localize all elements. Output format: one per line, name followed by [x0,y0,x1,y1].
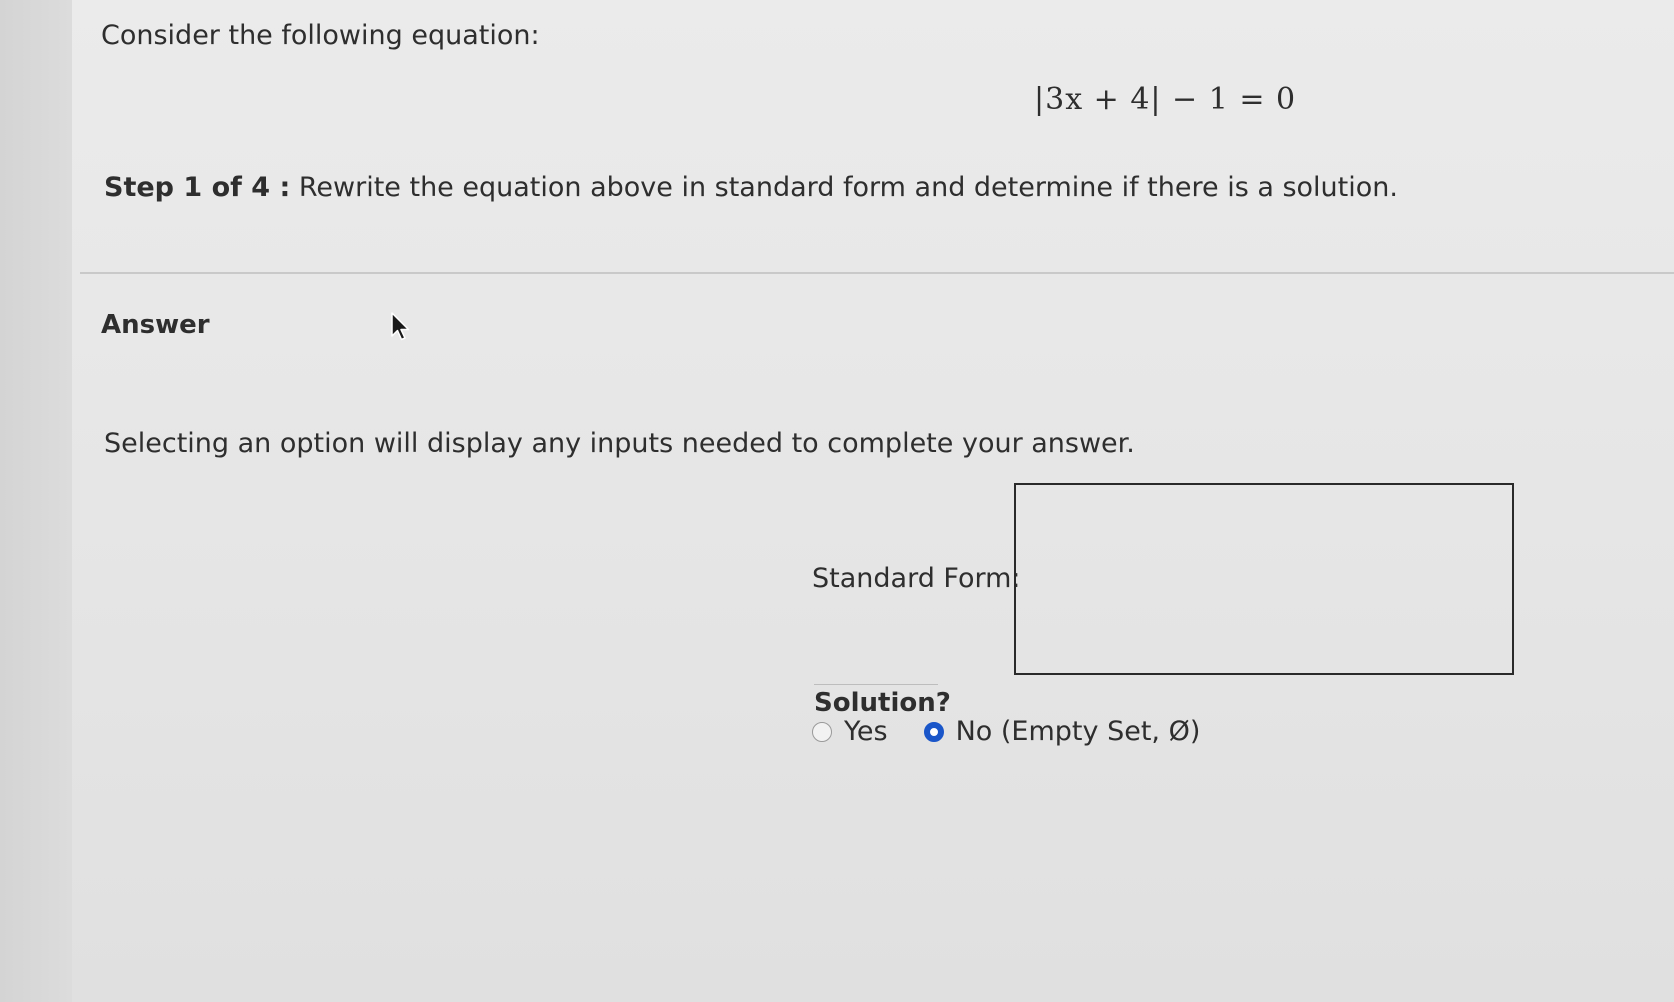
solution-heading: Solution? [814,688,951,718]
option-no-label: No (Empty Set, Ø) [955,716,1201,747]
step-label: Step 1 of 4 : [104,172,291,203]
question-page: Consider the following equation: |3x + 4… [72,0,1674,1002]
section-divider [80,272,1674,274]
standard-form-input[interactable] [1014,483,1514,675]
step-instruction: Step 1 of 4 : Rewrite the equation above… [104,172,1398,203]
option-yes[interactable]: Yes [812,716,888,747]
mouse-pointer-icon [391,312,410,341]
option-yes-label: Yes [844,716,888,747]
solution-options: Yes No (Empty Set, Ø) [812,716,1236,747]
equation: |3x + 4| − 1 = 0 [1034,82,1297,117]
question-intro: Consider the following equation: [101,20,540,51]
standard-form-label: Standard Form: [812,563,1021,594]
radio-yes-icon[interactable] [812,721,832,742]
option-no-empty-set[interactable]: No (Empty Set, Ø) [923,716,1201,747]
left-margin-strip [0,0,73,1002]
solution-divider [814,684,938,685]
answer-heading: Answer [101,310,210,340]
step-text: Rewrite the equation above in standard f… [298,172,1398,203]
radio-no-selected-icon[interactable] [923,721,944,742]
answer-instructions: Selecting an option will display any inp… [104,428,1135,459]
